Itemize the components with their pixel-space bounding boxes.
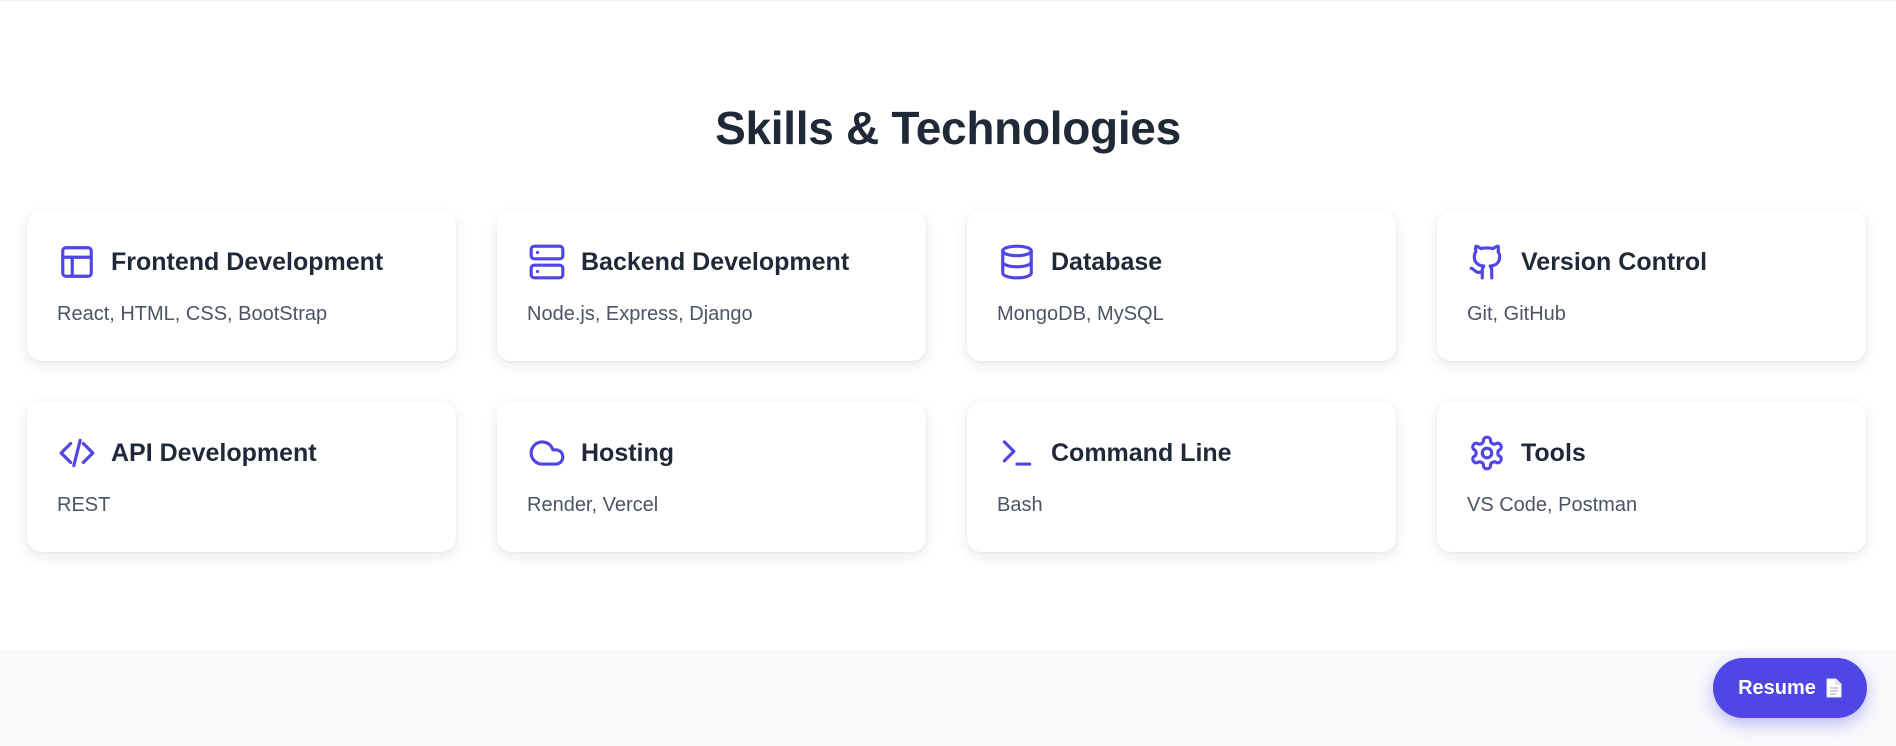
skill-card-items: MongoDB, MySQL bbox=[997, 303, 1164, 325]
skill-card-title: API Development bbox=[111, 438, 317, 467]
skill-card-version-control: Version Control Git, GitHub bbox=[1437, 211, 1866, 361]
layout-icon bbox=[57, 242, 97, 282]
section-title: Skills & Technologies bbox=[715, 102, 1181, 154]
skill-card-api: API Development REST bbox=[27, 402, 456, 552]
settings-icon bbox=[1467, 433, 1507, 473]
skill-card-items: Bash bbox=[997, 494, 1043, 516]
skills-section: Skills & Technologies Frontend Developme… bbox=[0, 0, 1896, 651]
resume-button-label: Resume bbox=[1738, 676, 1816, 699]
skill-card-database: Database MongoDB, MySQL bbox=[967, 211, 1396, 361]
skill-card-title: Database bbox=[1051, 247, 1163, 276]
skill-card-title: Frontend Development bbox=[111, 247, 384, 276]
skill-card-tools: Tools VS Code, Postman bbox=[1437, 402, 1866, 552]
skill-card-items: Git, GitHub bbox=[1467, 303, 1566, 325]
resume-button[interactable]: Resume bbox=[1713, 658, 1867, 718]
database-icon bbox=[997, 242, 1037, 282]
skill-card-items: Render, Vercel bbox=[527, 494, 659, 516]
document-icon bbox=[1826, 678, 1842, 698]
skill-card-title: Backend Development bbox=[581, 247, 850, 276]
skill-card-title: Hosting bbox=[581, 438, 675, 467]
skill-card-title: Version Control bbox=[1521, 247, 1708, 276]
code-icon bbox=[57, 433, 97, 473]
skill-card-command-line: Command Line Bash bbox=[967, 402, 1396, 552]
server-icon bbox=[527, 242, 567, 282]
skill-card-frontend: Frontend Development React, HTML, CSS, B… bbox=[27, 211, 456, 361]
skill-card-items: REST bbox=[57, 494, 111, 516]
skill-card-backend: Backend Development Node.js, Express, Dj… bbox=[497, 211, 926, 361]
next-section-background bbox=[0, 650, 1896, 746]
skill-card-items: VS Code, Postman bbox=[1467, 494, 1638, 516]
terminal-icon bbox=[997, 433, 1037, 473]
skill-card-items: React, HTML, CSS, BootStrap bbox=[57, 303, 328, 325]
skill-card-hosting: Hosting Render, Vercel bbox=[497, 402, 926, 552]
skill-card-title: Command Line bbox=[1051, 438, 1232, 467]
skills-grid: Frontend Development React, HTML, CSS, B… bbox=[27, 211, 1866, 552]
skill-card-title: Tools bbox=[1521, 438, 1586, 467]
cloud-icon bbox=[527, 433, 567, 473]
skill-card-items: Node.js, Express, Django bbox=[527, 303, 753, 325]
github-icon bbox=[1467, 242, 1507, 282]
